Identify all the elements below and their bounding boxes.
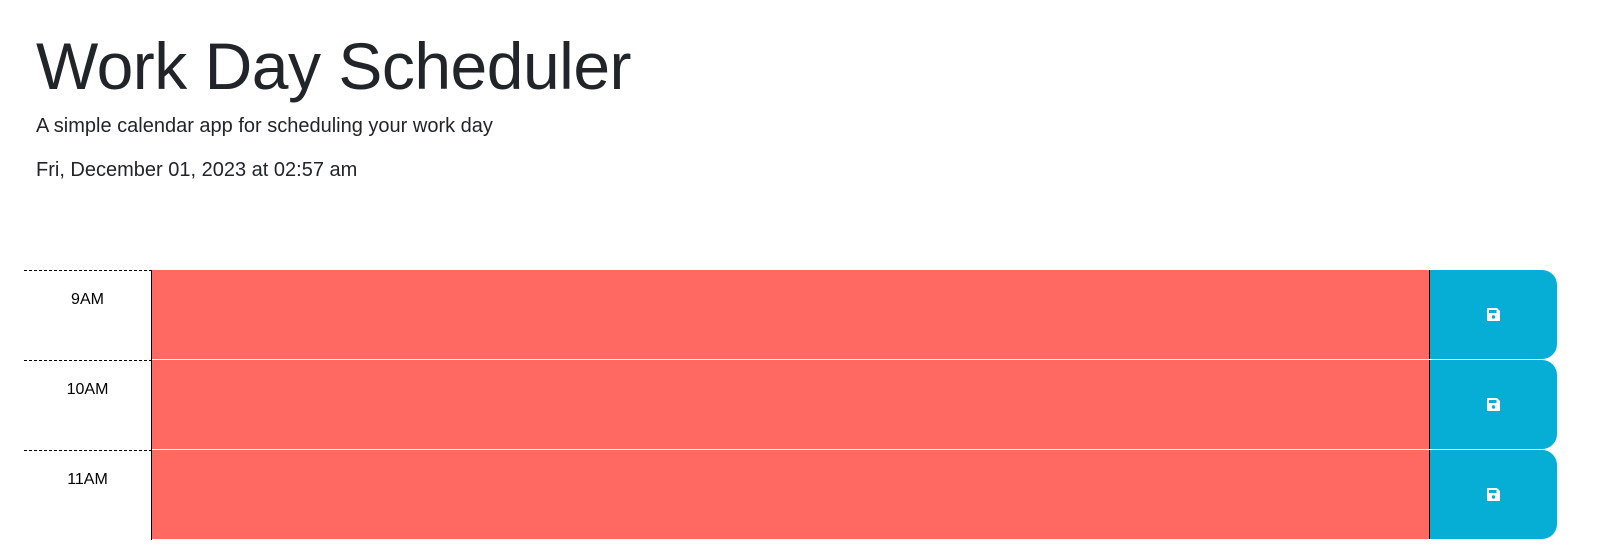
floppy-disk-icon — [1486, 397, 1501, 412]
event-description-input[interactable] — [152, 360, 1429, 450]
event-description-input[interactable] — [152, 450, 1429, 540]
page-header: Work Day Scheduler A simple calendar app… — [36, 26, 632, 184]
current-date: Fri, December 01, 2023 at 02:57 am — [36, 159, 358, 181]
time-block-11am: 11AM — [24, 450, 1557, 540]
page-subtitle: A simple calendar app for scheduling you… — [36, 115, 493, 137]
time-block-10am: 10AM — [24, 360, 1557, 450]
hour-label: 11AM — [24, 450, 152, 540]
floppy-disk-icon — [1486, 307, 1501, 322]
save-button[interactable] — [1429, 360, 1557, 449]
event-description-input[interactable] — [152, 270, 1429, 360]
floppy-disk-icon — [1486, 487, 1501, 502]
page-title: Work Day Scheduler — [36, 29, 632, 103]
schedule: 9AM 10AM 11AM — [24, 270, 1557, 540]
save-button[interactable] — [1429, 270, 1557, 359]
hour-label: 10AM — [24, 360, 152, 450]
time-block-9am: 9AM — [24, 270, 1557, 360]
save-button[interactable] — [1429, 450, 1557, 539]
hour-label: 9AM — [24, 270, 152, 360]
